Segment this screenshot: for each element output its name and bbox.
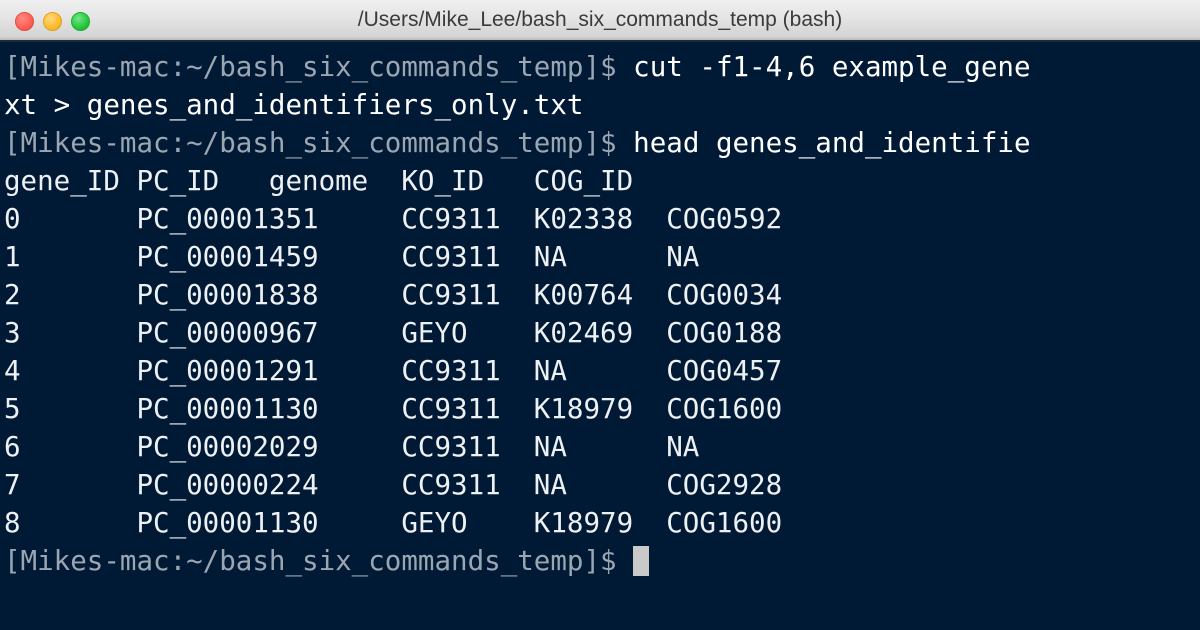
output-row: 1 PC_00001459 CC9311 NA NA — [4, 241, 700, 273]
minimize-button[interactable] — [43, 11, 62, 31]
window-titlebar[interactable]: /Users/Mike_Lee/bash_six_commands_temp (… — [0, 0, 1200, 42]
text-cursor — [633, 546, 650, 576]
output-row: 2 PC_00001838 CC9311 K00764 COG0034 — [4, 279, 783, 311]
output-row: 3 PC_00000967 GEYO K02469 COG0188 — [4, 317, 783, 349]
window-title: /Users/Mike_Lee/bash_six_commands_temp (… — [357, 8, 843, 31]
output-row: 6 PC_00002029 CC9311 NA NA — [4, 431, 700, 463]
command-line-1-wrap: xt > genes_and_identifiers_only.txt — [4, 86, 1200, 124]
maximize-button[interactable] — [71, 11, 90, 31]
terminal-body[interactable]: [Mikes-mac:~/bash_six_commands_temp]$ cu… — [0, 42, 1200, 628]
command-line-1: [Mikes-mac:~/bash_six_commands_temp]$ cu… — [4, 48, 1200, 86]
output-row: 0 PC_00001351 CC9311 K02338 COG0592 — [4, 203, 783, 235]
window-controls — [15, 0, 90, 42]
output-header-row: gene_ID PC_ID genome KO_ID COG_ID — [4, 165, 634, 197]
shell-prompt: [Mikes-mac:~/bash_six_commands_temp]$ — [4, 127, 634, 159]
close-button[interactable] — [15, 11, 34, 31]
output-row: 8 PC_00001130 GEYO K18979 COG1600 — [4, 507, 783, 539]
shell-prompt: [Mikes-mac:~/bash_six_commands_temp]$ — [4, 51, 634, 83]
output-row: 7 PC_00000224 CC9311 NA COG2928 — [4, 469, 783, 501]
command-text-wrapped: xt > genes_and_identifiers_only.txt — [4, 89, 584, 121]
terminal-window: /Users/Mike_Lee/bash_six_commands_temp (… — [0, 0, 1200, 630]
shell-prompt: [Mikes-mac:~/bash_six_commands_temp]$ — [4, 545, 634, 577]
active-prompt-line[interactable]: [Mikes-mac:~/bash_six_commands_temp]$ — [4, 542, 1200, 580]
command-text: cut -f1-4,6 example_gene — [633, 51, 1031, 83]
output-row: 5 PC_00001130 CC9311 K18979 COG1600 — [4, 393, 783, 425]
command-text: head genes_and_identifie — [633, 127, 1031, 159]
command-line-2: [Mikes-mac:~/bash_six_commands_temp]$ he… — [4, 124, 1200, 162]
output-row: 4 PC_00001291 CC9311 NA COG0457 — [4, 355, 783, 387]
